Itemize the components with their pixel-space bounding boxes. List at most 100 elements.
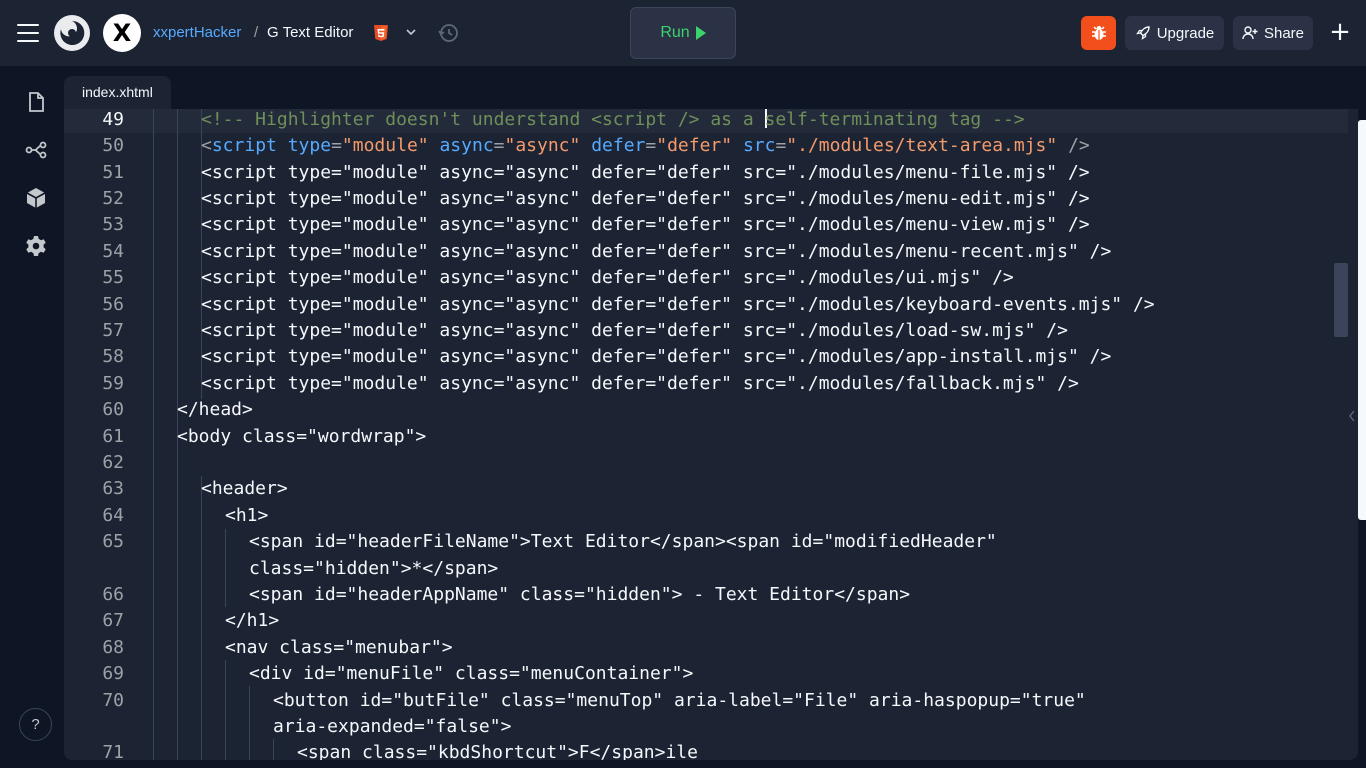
code-line[interactable]: <script type="module" async="async" defe…: [201, 373, 1079, 394]
code-line[interactable]: <!-- Highlighter doesn't understand <scr…: [201, 109, 1025, 130]
line-number: 69: [102, 663, 124, 684]
code-token: async: [439, 135, 494, 156]
indent-guide: [249, 686, 250, 760]
left-sidebar: ?: [0, 66, 64, 768]
line-number: 67: [102, 610, 124, 631]
run-button-label: Run: [660, 24, 690, 41]
top-bar: X xxpertHacker / G Text Editor Run Upgra…: [0, 0, 1366, 66]
share-label: Share: [1263, 24, 1305, 42]
bug-report-button[interactable]: [1081, 16, 1116, 50]
code-token: defer: [591, 135, 646, 156]
code-line[interactable]: <script type="module" async="async" defe…: [201, 241, 1111, 262]
chevron-left-icon[interactable]: [1347, 408, 1357, 422]
line-number: 70: [102, 690, 124, 711]
code-token: script: [211, 135, 277, 156]
history-icon[interactable]: [437, 22, 459, 44]
rocket-icon: [1135, 26, 1150, 40]
indent-guide: [225, 660, 226, 760]
code-line[interactable]: </h1>: [225, 610, 279, 631]
line-number: 49: [102, 109, 124, 130]
tab-bar: index.xhtml: [64, 76, 1358, 109]
code-line[interactable]: <script type="module" async="async" defe…: [201, 346, 1111, 367]
code-editor[interactable]: 49 50 51 52 53 54 55 56 57 58 59 60 61 62 63 64 65 66 67 68…: [64, 109, 1348, 760]
html5-icon[interactable]: [372, 24, 390, 42]
breadcrumb-username[interactable]: xxpertHacker: [153, 24, 241, 41]
code-line[interactable]: <header>: [201, 478, 288, 499]
line-number: 51: [102, 162, 124, 183]
line-number: 71: [102, 742, 124, 760]
code-line[interactable]: <body class="wordwrap">: [177, 426, 426, 447]
upgrade-label: Upgrade: [1156, 24, 1215, 42]
code-line[interactable]: <script type="module" async="async" defe…: [201, 188, 1090, 209]
code-line[interactable]: <script type="module" async="async" defe…: [201, 294, 1155, 315]
code-token: src: [742, 135, 776, 156]
line-number: 65: [102, 531, 124, 552]
indent-guide: [201, 476, 202, 760]
code-token: type: [287, 135, 332, 156]
code-token: =: [331, 135, 342, 156]
code-comment: <!-- Highlighter doesn't understand <scr…: [201, 109, 765, 130]
line-number: 63: [102, 478, 124, 499]
line-number: 58: [102, 346, 124, 367]
replit-logo-icon[interactable]: [54, 15, 90, 51]
chevron-down-icon[interactable]: [404, 24, 418, 38]
line-number: 66: [102, 584, 124, 605]
code-line[interactable]: <span id="headerFileName">Text Editor</s…: [249, 531, 997, 552]
add-user-icon: [1242, 26, 1258, 40]
code-line[interactable]: class="hidden">*</span>: [249, 558, 498, 579]
help-button[interactable]: ?: [19, 708, 52, 741]
play-icon: [695, 26, 706, 40]
code-token: "module": [341, 135, 429, 156]
gear-icon[interactable]: [24, 234, 48, 258]
scrollbar-thumb[interactable]: [1334, 263, 1348, 337]
line-number: 64: [102, 505, 124, 526]
add-button[interactable]: +: [1326, 18, 1354, 48]
line-number: 61: [102, 426, 124, 447]
code-token: =: [645, 135, 657, 156]
line-number: 52: [102, 188, 124, 209]
package-icon[interactable]: [24, 186, 48, 210]
line-number: 60: [102, 399, 124, 420]
line-number: 68: [102, 637, 124, 658]
git-branch-icon[interactable]: [24, 138, 48, 162]
line-number: 56: [102, 294, 124, 315]
code-line[interactable]: <nav class="menubar">: [225, 637, 453, 658]
code-line[interactable]: </head>: [177, 399, 253, 420]
code-token: <: [201, 135, 212, 156]
code-line[interactable]: aria-expanded="false">: [273, 716, 511, 737]
line-number: 55: [102, 267, 124, 288]
code-token: =: [775, 135, 787, 156]
line-number: 50: [102, 135, 124, 156]
code-line[interactable]: <script type="module" async="async" defe…: [201, 320, 1068, 341]
code-line[interactable]: <span id="headerAppName" class="hidden">…: [249, 584, 910, 605]
line-number: 59: [102, 373, 124, 394]
side-panel-edge[interactable]: [1358, 120, 1366, 520]
code-line[interactable]: <script type="module" async="async" defe…: [201, 267, 1014, 288]
breadcrumb-repl-name[interactable]: G Text Editor: [267, 24, 353, 41]
code-line[interactable]: <button id="butFile" class="menuTop" ari…: [273, 690, 1086, 711]
code-line[interactable]: <script type="module" async="async" defe…: [201, 214, 1090, 235]
vertical-scrollbar[interactable]: [1334, 109, 1350, 760]
code-line[interactable]: <div id="menuFile" class="menuContainer"…: [249, 663, 693, 684]
line-number: 62: [102, 452, 124, 473]
upgrade-button[interactable]: Upgrade: [1125, 16, 1224, 50]
code-line[interactable]: <script type="module" async="async" defe…: [201, 162, 1090, 183]
code-token: "./modules/text-area.mjs": [786, 135, 1058, 156]
indent-guide: [273, 739, 274, 760]
line-number: 57: [102, 320, 124, 341]
user-avatar[interactable]: X: [103, 14, 141, 52]
run-button[interactable]: Run: [630, 7, 736, 59]
gutter-divider: [153, 109, 154, 760]
code-token: =: [493, 135, 505, 156]
code-token: "defer": [656, 135, 733, 156]
code-line[interactable]: <script type="module" async="async" defe…: [201, 135, 1090, 156]
share-button[interactable]: Share: [1233, 16, 1313, 50]
code-line[interactable]: <h1>: [225, 505, 268, 526]
file-icon[interactable]: [24, 90, 48, 114]
tab-index-xhtml[interactable]: index.xhtml: [64, 76, 171, 109]
code-line[interactable]: <span class="kbdShortcut">F</span>ile: [297, 742, 698, 760]
line-number: 53: [102, 214, 124, 235]
indent-guide: [225, 529, 226, 607]
editor-panel: index.xhtml 49 50 51 52 53 54 55 56 57 58 59 60 61 62…: [64, 76, 1358, 760]
menu-icon[interactable]: [17, 24, 39, 42]
